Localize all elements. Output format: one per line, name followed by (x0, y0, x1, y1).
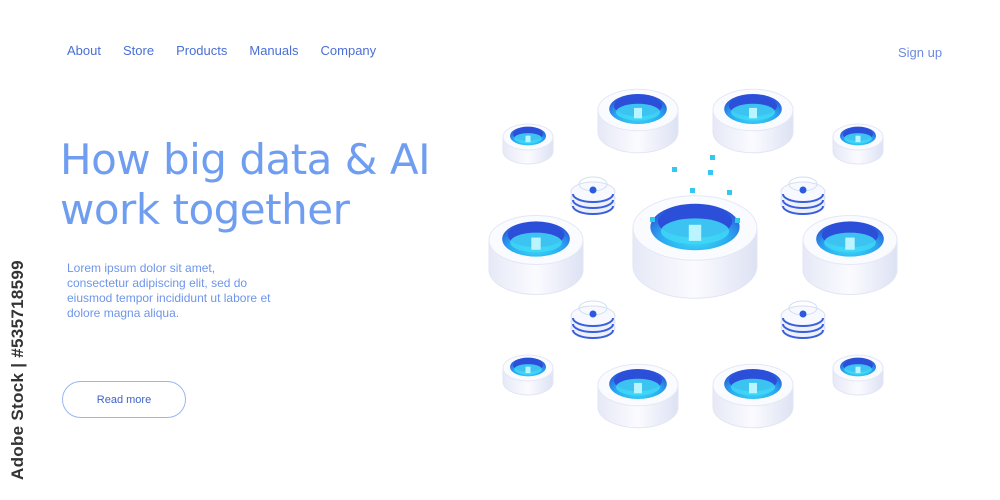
nav-store[interactable]: Store (123, 43, 154, 58)
hero-description: Lorem ipsum dolor sit amet, consectetur … (67, 261, 271, 320)
data-particle (710, 155, 715, 160)
data-particle (672, 167, 677, 172)
data-ai-illustration (488, 88, 898, 429)
central-ai-hub (632, 195, 758, 299)
data-particle (735, 218, 740, 223)
hero-title-line2: work together (60, 185, 350, 234)
hero-title-line1: How big data & AI (60, 135, 431, 184)
data-node-small (832, 354, 884, 396)
data-disk-node (570, 176, 616, 215)
data-disk-node (780, 176, 826, 215)
data-node-large (488, 215, 584, 295)
data-node-large (712, 88, 794, 154)
data-particle (708, 170, 713, 175)
nav-company[interactable]: Company (321, 43, 377, 58)
nav-products[interactable]: Products (176, 43, 227, 58)
data-particle (727, 190, 732, 195)
sign-up-link[interactable]: Sign up (898, 45, 942, 60)
data-node-small (502, 354, 554, 396)
data-node-large (597, 363, 679, 429)
top-nav: About Store Products Manuals Company (67, 43, 398, 58)
watermark-credit: Adobe Stock | #535718599 (8, 260, 27, 480)
read-more-button[interactable]: Read more (62, 381, 186, 418)
data-node-small (502, 123, 554, 165)
data-node-large (597, 88, 679, 154)
data-node-small (832, 123, 884, 165)
hero-title: How big data & AI work together (60, 135, 431, 235)
data-disk-node (570, 300, 616, 339)
data-disk-node (780, 300, 826, 339)
nav-manuals[interactable]: Manuals (249, 43, 298, 58)
data-particle (650, 217, 655, 222)
nav-about[interactable]: About (67, 43, 101, 58)
data-particle (690, 188, 695, 193)
data-node-large (712, 363, 794, 429)
data-node-large (802, 215, 898, 295)
